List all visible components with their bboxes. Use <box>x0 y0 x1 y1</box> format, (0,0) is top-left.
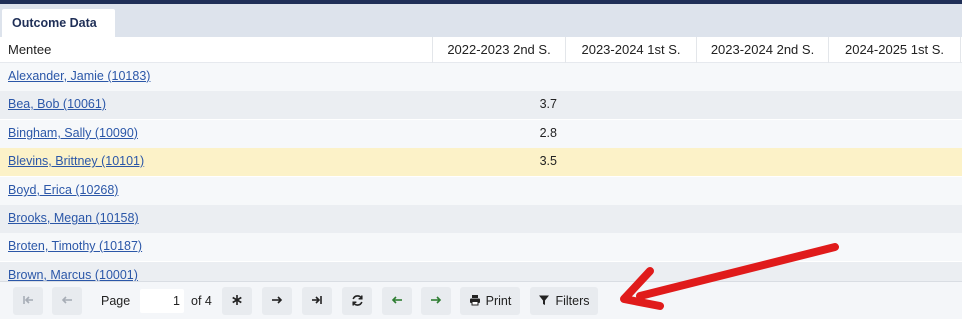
table-row[interactable]: Boyd, Erica (10268) <box>0 177 962 205</box>
print-button[interactable]: Print <box>460 287 520 315</box>
grade-cell: 3.5 <box>539 154 557 168</box>
refresh-icon <box>351 295 363 306</box>
page-count-label: of 4 <box>191 294 212 308</box>
table-row[interactable]: Brown, Marcus (10001) <box>0 262 962 281</box>
grade-cell: 3.7 <box>539 97 557 111</box>
mentee-link[interactable]: Blevins, Brittney (10101) <box>8 154 144 168</box>
column-header-2024-2025-1st[interactable]: 2024-2025 1st S. <box>828 37 960 63</box>
green-back-button[interactable] <box>382 287 412 315</box>
table-row[interactable]: Alexander, Jamie (10183) <box>0 63 962 91</box>
column-header-2022-2023-2nd[interactable]: 2022-2023 2nd S. <box>432 37 565 63</box>
filters-button[interactable]: Filters <box>530 287 598 315</box>
grade-cell: 2.8 <box>539 126 557 140</box>
green-left-arrow-icon <box>391 296 402 304</box>
page-number-input[interactable] <box>140 289 184 313</box>
first-page-button[interactable] <box>13 287 43 315</box>
mentee-link[interactable]: Brooks, Megan (10158) <box>8 211 139 225</box>
page-label: Page <box>101 294 131 308</box>
asterisk-button[interactable] <box>222 287 252 315</box>
refresh-button[interactable] <box>342 287 372 315</box>
table-row-selected[interactable]: Blevins, Brittney (10101) 3.5 <box>0 148 962 176</box>
print-label: Print <box>485 294 512 308</box>
last-page-icon <box>312 296 322 304</box>
grid-header: Mentee 2022-2023 2nd S. 2023-2024 1st S.… <box>0 37 962 63</box>
printer-icon <box>469 295 480 306</box>
mentee-link[interactable]: Brown, Marcus (10001) <box>8 268 138 281</box>
next-page-icon <box>272 296 283 304</box>
green-right-arrow-icon <box>431 296 442 304</box>
column-header-2023-2024-1st[interactable]: 2023-2024 1st S. <box>565 37 696 63</box>
mentee-link[interactable]: Broten, Timothy (10187) <box>8 239 142 253</box>
mentee-link[interactable]: Boyd, Erica (10268) <box>8 183 118 197</box>
tab-strip: Outcome Data <box>0 4 962 41</box>
column-header-mentee[interactable]: Mentee <box>0 37 432 63</box>
mentee-link[interactable]: Bea, Bob (10061) <box>8 97 106 111</box>
next-page-button[interactable] <box>262 287 292 315</box>
first-page-icon <box>23 296 33 304</box>
asterisk-icon <box>232 295 242 305</box>
filters-label: Filters <box>555 294 590 308</box>
mentee-link[interactable]: Alexander, Jamie (10183) <box>8 69 150 83</box>
pager-toolbar: Page of 4 <box>0 281 962 319</box>
table-row[interactable]: Brooks, Megan (10158) <box>0 205 962 233</box>
previous-page-icon <box>61 296 72 304</box>
outcome-data-grid: Mentee 2022-2023 2nd S. 2023-2024 1st S.… <box>0 37 962 281</box>
green-forward-button[interactable] <box>421 287 451 315</box>
last-page-button[interactable] <box>302 287 332 315</box>
table-row[interactable]: Bea, Bob (10061) 3.7 <box>0 91 962 119</box>
table-row[interactable]: Broten, Timothy (10187) <box>0 233 962 261</box>
mentee-link[interactable]: Bingham, Sally (10090) <box>8 126 138 140</box>
column-header-2023-2024-2nd[interactable]: 2023-2024 2nd S. <box>696 37 828 63</box>
table-row[interactable]: Bingham, Sally (10090) 2.8 <box>0 120 962 148</box>
previous-page-button[interactable] <box>52 287 82 315</box>
filter-icon <box>539 295 550 305</box>
